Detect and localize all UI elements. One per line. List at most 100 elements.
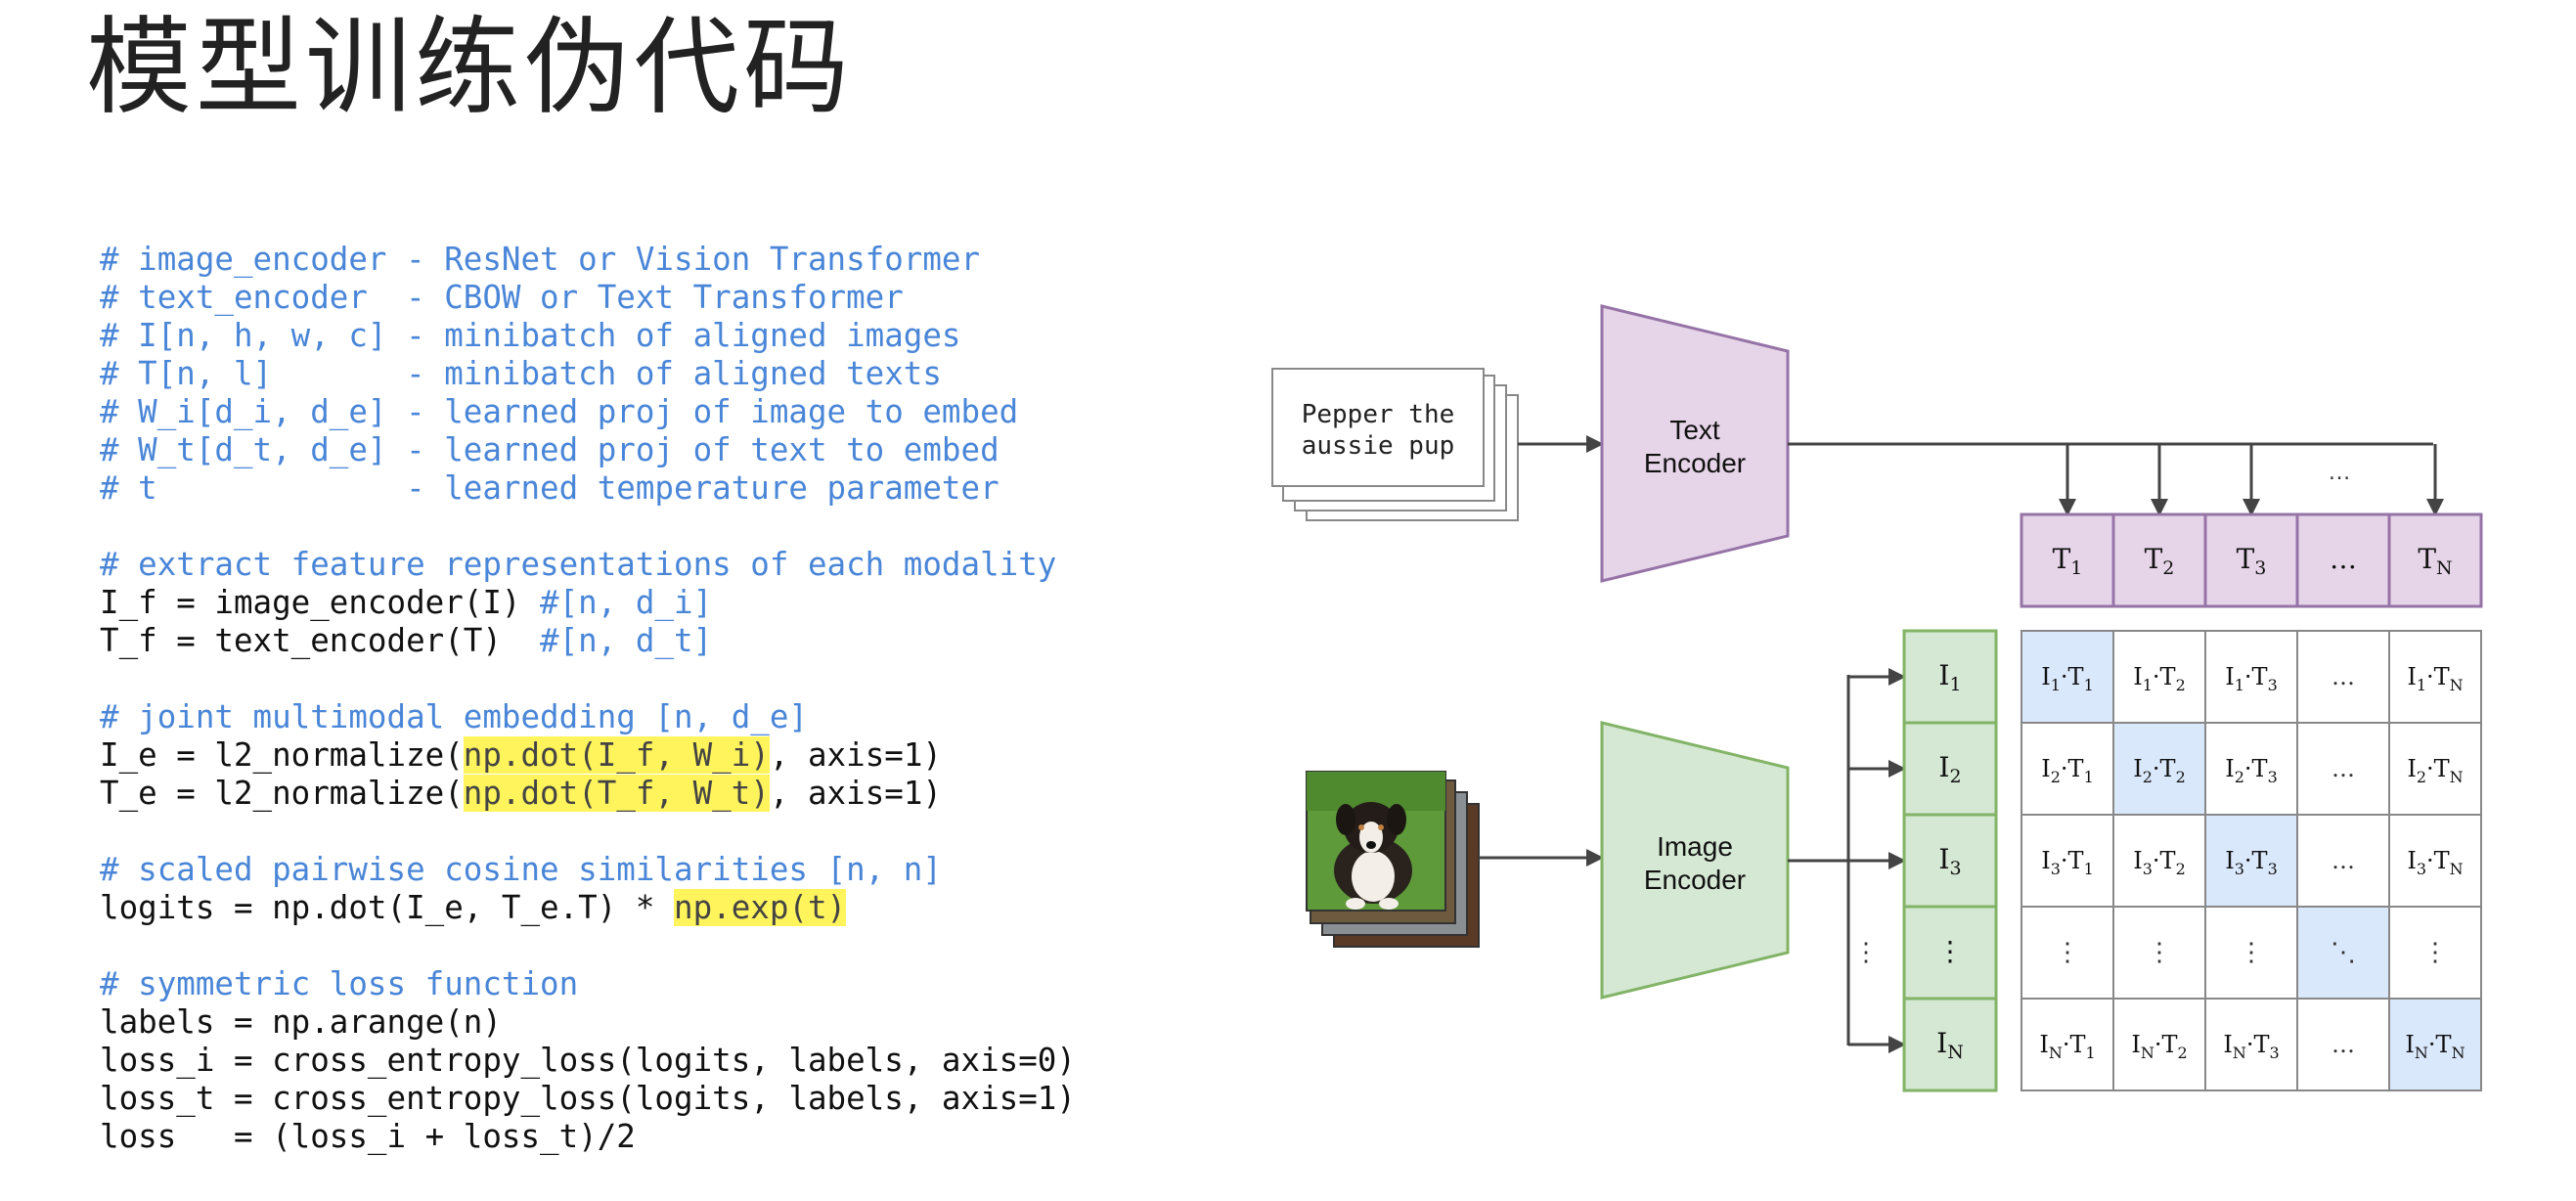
cell-base: I xyxy=(2407,755,2416,782)
cell-base: T xyxy=(2418,543,2436,575)
image-encoder-label-2: Encoder xyxy=(1644,865,1746,895)
puppy-photo-icon xyxy=(1306,771,1446,912)
cell-sub: N xyxy=(2436,557,2453,579)
cell-sub: 2 xyxy=(2176,676,2186,694)
cell-base: T xyxy=(2160,847,2176,874)
cell-base: I xyxy=(2039,1031,2048,1058)
cell-sub: 3 xyxy=(2269,1044,2279,1062)
cell-sub: N xyxy=(2415,1044,2428,1062)
image-output-vertical-ellipsis: ⋮ xyxy=(1853,937,1879,966)
cell-sub: 2 xyxy=(2417,768,2426,786)
text-embedding-row: T1 T2 T3… TN xyxy=(2020,512,2483,608)
cell-base: I xyxy=(2225,755,2234,782)
text-encoder-label-2: Encoder xyxy=(1644,448,1746,478)
cell-sub: 1 xyxy=(2085,1044,2095,1062)
cell-base: T xyxy=(2252,663,2268,690)
cell-sub: 3 xyxy=(2143,860,2153,878)
cell-base: T xyxy=(2434,663,2450,690)
cell-sub: 2 xyxy=(2176,768,2186,786)
cell-sub: N xyxy=(2450,768,2464,786)
cell-sub: 3 xyxy=(2268,676,2278,694)
cell-sub: 3 xyxy=(2268,768,2278,786)
text-input-line-2: aussie pup xyxy=(1302,431,1455,461)
matrix-ellipsis: ⋮ xyxy=(2055,938,2080,967)
cell-base: T xyxy=(2068,847,2084,874)
cell-sub: 3 xyxy=(1949,858,1961,879)
cell-base: I xyxy=(2407,663,2416,690)
cell-sub: N xyxy=(2049,1044,2063,1062)
cell-base: T xyxy=(2252,847,2268,874)
cell-base: T xyxy=(2436,1031,2452,1058)
cell-base: T xyxy=(2069,1031,2085,1058)
cell-base: I xyxy=(2133,755,2142,782)
cell-sub: N xyxy=(1947,1042,1964,1063)
matrix-ellipsis: ⋮ xyxy=(2422,938,2448,967)
cell-base: I xyxy=(2131,1031,2140,1058)
cell-sub: 3 xyxy=(2254,557,2266,579)
cell-base: I xyxy=(2041,755,2050,782)
cell-base: T xyxy=(2161,1031,2177,1058)
cell-base: T xyxy=(2160,663,2176,690)
cell-base: I xyxy=(1938,751,1949,783)
cell-base: T xyxy=(2434,847,2450,874)
cell-base: T xyxy=(2068,663,2084,690)
cell-sub: 1 xyxy=(2417,676,2426,694)
cell-base: I xyxy=(2041,847,2050,874)
cell-base: I xyxy=(2223,1031,2232,1058)
slide: 模型训练伪代码 # image_encoder - ResNet or Visi… xyxy=(0,0,2576,1201)
cell-base: … xyxy=(2330,543,2357,575)
matrix-ellipsis: ⋱ xyxy=(2331,938,2356,967)
cell-base: I xyxy=(1938,659,1949,691)
matrix-ellipsis: … xyxy=(2332,755,2355,782)
text-embedding-label: … xyxy=(2330,543,2357,575)
cell-base: T xyxy=(2434,755,2450,782)
cell-base: T xyxy=(2053,543,2071,575)
image-encoder-label-1: Image xyxy=(1657,831,1733,862)
image-embedding-label: ⋮ xyxy=(1936,935,1964,967)
cell-sub: 1 xyxy=(2084,860,2094,878)
similarity-matrix: I1·T1 I1·T2 I1·T3… I1·TNI2·T1 I2·T2 I2·T3… I2·… xyxy=(2021,630,2482,1091)
image-input-stack xyxy=(1306,771,1480,948)
cell-base: I xyxy=(2225,847,2234,874)
cell-sub: 1 xyxy=(2143,676,2153,694)
cell-sub: 3 xyxy=(2235,860,2244,878)
image-output-arrows xyxy=(1848,668,1906,1053)
cell-base: T xyxy=(2252,755,2268,782)
text-input-stack: Pepper the aussie pup xyxy=(1271,368,1519,521)
cell-sub: 2 xyxy=(2143,768,2153,786)
cell-sub: 2 xyxy=(2051,768,2061,786)
cell-sub: 2 xyxy=(2162,557,2174,579)
cell-sub: N xyxy=(2141,1044,2154,1062)
clip-diagram: Pepper the aussie pup Text Encoder … T1 T… xyxy=(1271,304,2483,1092)
cell-base: I xyxy=(1936,1027,1947,1059)
text-output-ellipsis: … xyxy=(2328,459,2351,485)
cell-base: I xyxy=(2405,1031,2414,1058)
cell-base: T xyxy=(2237,543,2255,575)
cell-sub: 3 xyxy=(2268,860,2278,878)
text-output-drops xyxy=(2059,444,2444,516)
cell-sub: N xyxy=(2450,676,2464,694)
matrix-ellipsis: … xyxy=(2332,663,2355,690)
matrix-ellipsis: ⋮ xyxy=(2239,938,2264,967)
cell-base: ⋮ xyxy=(1936,935,1964,967)
cell-base: I xyxy=(2225,663,2234,690)
cell-sub: N xyxy=(2452,1044,2465,1062)
cell-base: T xyxy=(2068,755,2084,782)
cell-base: T xyxy=(2145,543,2163,575)
cell-sub: 2 xyxy=(2235,768,2244,786)
cell-sub: 1 xyxy=(2051,676,2061,694)
text-encoder-label-1: Text xyxy=(1669,415,1720,445)
cell-sub: 1 xyxy=(2084,676,2094,694)
cell-sub: N xyxy=(2450,860,2464,878)
cell-sub: 2 xyxy=(2176,860,2186,878)
matrix-ellipsis: ⋮ xyxy=(2147,938,2172,967)
cell-base: I xyxy=(2407,847,2416,874)
cell-base: I xyxy=(2041,663,2050,690)
matrix-ellipsis: … xyxy=(2332,1031,2355,1058)
cell-base: T xyxy=(2160,755,2176,782)
cell-sub: 1 xyxy=(2070,557,2082,579)
cell-sub: 3 xyxy=(2051,860,2061,878)
cell-sub: 1 xyxy=(2235,676,2244,694)
cell-base: I xyxy=(1938,843,1949,875)
cell-sub: 2 xyxy=(2177,1044,2187,1062)
